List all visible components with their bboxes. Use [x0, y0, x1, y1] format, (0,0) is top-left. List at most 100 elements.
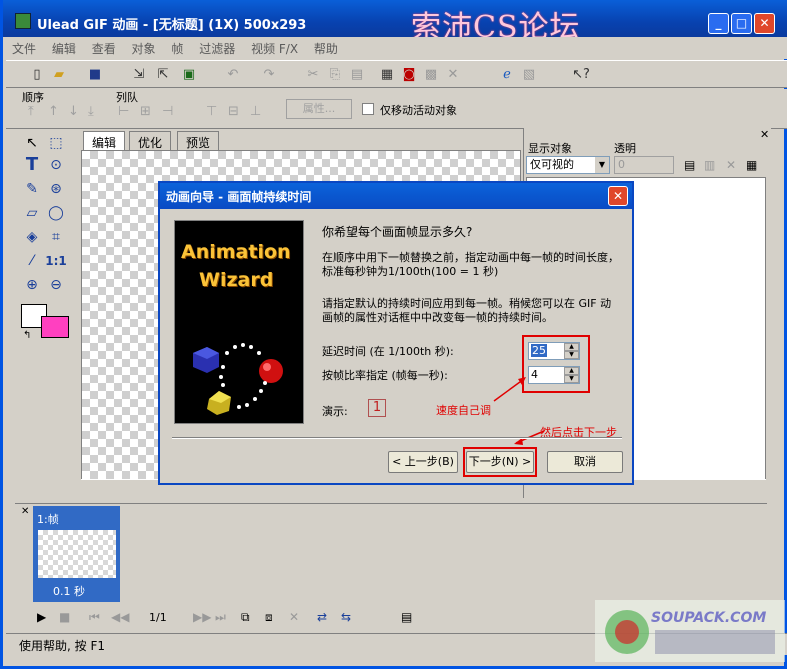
spin-up-icon[interactable]: ▲: [564, 367, 579, 375]
wizard-title-line1: Animation: [181, 241, 291, 263]
new-icon[interactable]: ▯: [28, 66, 46, 84]
menu-help[interactable]: 帮助: [308, 37, 344, 60]
actual-size-icon[interactable]: 1:1: [45, 250, 67, 272]
menu-edit[interactable]: 编辑: [46, 37, 82, 60]
undo-icon[interactable]: ↶: [224, 66, 242, 84]
maximize-button[interactable]: □: [731, 13, 752, 34]
chevron-down-icon[interactable]: ▼: [595, 157, 609, 173]
align-top-icon[interactable]: ⊤: [206, 104, 217, 119]
align-center-icon[interactable]: ⊞: [140, 104, 151, 119]
opacity-input[interactable]: 0: [614, 156, 674, 174]
lasso-tool-icon[interactable]: ⊛: [45, 178, 67, 200]
new-object-icon[interactable]: ▤: [684, 158, 695, 172]
send-back-icon[interactable]: ⤓: [88, 104, 94, 119]
title-bar[interactable]: Ulead GIF 动画 - [无标题] (1X) 500x293 索沛CS论坛…: [3, 0, 787, 45]
move-active-checkbox[interactable]: [362, 103, 374, 115]
menu-filter[interactable]: 过滤器: [193, 37, 241, 60]
next-button[interactable]: 下一步(N) >: [466, 451, 534, 473]
text-tool-icon[interactable]: T: [21, 154, 43, 176]
redo-icon[interactable]: ↷: [260, 66, 278, 84]
tab-edit[interactable]: 编辑: [83, 131, 126, 151]
dialog-separator: [172, 437, 622, 439]
send-backward-icon[interactable]: ↓: [68, 104, 79, 119]
cut-icon[interactable]: ✂: [304, 66, 322, 84]
copy-icon[interactable]: ⎘: [326, 66, 344, 84]
properties-button[interactable]: 属性...: [286, 99, 352, 119]
panel-close-icon[interactable]: ✕: [760, 128, 769, 141]
menu-object[interactable]: 对象: [126, 37, 162, 60]
bring-front-icon[interactable]: ⤒: [28, 104, 34, 119]
spin-up-icon[interactable]: ▲: [564, 343, 579, 351]
last-frame-icon[interactable]: ⏭: [215, 610, 226, 625]
swap-colors-icon[interactable]: ↰: [23, 330, 31, 341]
delay-spinbox[interactable]: 25 ▲ ▼: [528, 342, 580, 360]
zoom-in-icon[interactable]: ⊕: [21, 274, 43, 296]
paste-icon[interactable]: ▤: [348, 66, 366, 84]
back-button[interactable]: < 上一步(B): [388, 451, 458, 473]
transform-tool-icon[interactable]: ⊙: [45, 154, 67, 176]
duplicate-frame-icon[interactable]: ⧈: [265, 610, 273, 625]
tab-optimize[interactable]: 优化: [129, 131, 172, 151]
next-frame-icon[interactable]: ▶▶: [193, 610, 211, 624]
crop-tool-icon[interactable]: ⌗: [45, 226, 67, 248]
first-frame-icon[interactable]: ⏮: [89, 610, 100, 625]
pick-tool-icon[interactable]: ↖: [21, 132, 43, 154]
save-icon[interactable]: ■: [86, 66, 104, 84]
import-icon[interactable]: ⇲: [130, 66, 148, 84]
align-label: 列队: [116, 91, 138, 104]
frame-panel-close-icon[interactable]: ✕: [21, 506, 29, 517]
delete-frame-icon[interactable]: ✕: [289, 610, 299, 624]
stop-icon[interactable]: ■: [59, 610, 70, 624]
open-icon[interactable]: ▰: [50, 66, 68, 84]
add-frame-icon[interactable]: ⧉: [241, 610, 250, 625]
eraser-tool-icon[interactable]: ▱: [21, 202, 43, 224]
cancel-button[interactable]: 取消: [547, 451, 623, 473]
play-icon[interactable]: ▶: [37, 610, 46, 624]
menu-frame[interactable]: 帧: [165, 37, 189, 60]
export-icon[interactable]: ⇱: [154, 66, 172, 84]
demo-label: 演示:: [322, 405, 348, 418]
ellipse-select-icon[interactable]: ◯: [45, 202, 67, 224]
align-right-icon[interactable]: ⊣: [162, 104, 173, 119]
align-left-icon[interactable]: ⊢: [118, 104, 129, 119]
menu-video-fx[interactable]: 视频 F/X: [245, 37, 304, 60]
minimize-button[interactable]: _: [708, 13, 729, 34]
brush-tool-icon[interactable]: ✎: [21, 178, 43, 200]
delete-icon[interactable]: ✕: [444, 66, 462, 84]
align-bottom-icon[interactable]: ⊥: [250, 104, 261, 119]
duplicate-object-icon[interactable]: ▥: [704, 158, 715, 172]
dialog-title-bar[interactable]: 动画向导 - 画面帧持续时间 ✕: [160, 183, 632, 209]
spin-down-icon[interactable]: ▼: [564, 375, 579, 383]
menu-bar: 文件 编辑 查看 对象 帧 过滤器 视频 F/X 帮助: [6, 37, 787, 59]
background-color-swatch[interactable]: [41, 316, 69, 338]
display-objects-select[interactable]: 仅可视的 ▼: [526, 156, 610, 174]
main-window: Ulead GIF 动画 - [无标题] (1X) 500x293 索沛CS论坛…: [0, 0, 787, 669]
frame-props-icon[interactable]: ▦: [378, 66, 396, 84]
fill-tool-icon[interactable]: ◈: [21, 226, 43, 248]
zoom-out-icon[interactable]: ⊖: [45, 274, 67, 296]
dialog-close-button[interactable]: ✕: [608, 186, 628, 206]
tween-icon[interactable]: ⇄: [317, 610, 327, 624]
object-props-icon[interactable]: ▦: [746, 158, 757, 172]
close-button[interactable]: ✕: [754, 13, 775, 34]
bring-forward-icon[interactable]: ↑: [48, 104, 59, 119]
marquee-tool-icon[interactable]: ⬚: [45, 132, 67, 154]
prev-frame-icon[interactable]: ◀◀: [111, 610, 129, 624]
record-icon[interactable]: ◙: [400, 66, 418, 84]
tab-preview[interactable]: 预览: [177, 131, 220, 151]
eyedropper-tool-icon[interactable]: ⁄: [21, 250, 43, 272]
menu-view[interactable]: 查看: [86, 37, 122, 60]
menu-file[interactable]: 文件: [6, 37, 42, 60]
status-text: 使用帮助, 按 F1: [19, 639, 105, 653]
optimize-icon[interactable]: ▧: [520, 66, 538, 84]
frame-props-icon[interactable]: ▤: [401, 610, 412, 624]
help-cursor-icon[interactable]: ↖?: [572, 66, 590, 84]
align-middle-icon[interactable]: ⊟: [228, 104, 239, 119]
text-obj-icon[interactable]: ▩: [422, 66, 440, 84]
delete-object-icon[interactable]: ✕: [726, 158, 736, 172]
reverse-icon[interactable]: ⇆: [341, 610, 351, 624]
fps-spinbox[interactable]: 4 ▲ ▼: [528, 366, 580, 384]
wizard-icon[interactable]: ▣: [180, 66, 198, 84]
browser-icon[interactable]: ℯ: [498, 66, 516, 84]
spin-down-icon[interactable]: ▼: [564, 351, 579, 359]
